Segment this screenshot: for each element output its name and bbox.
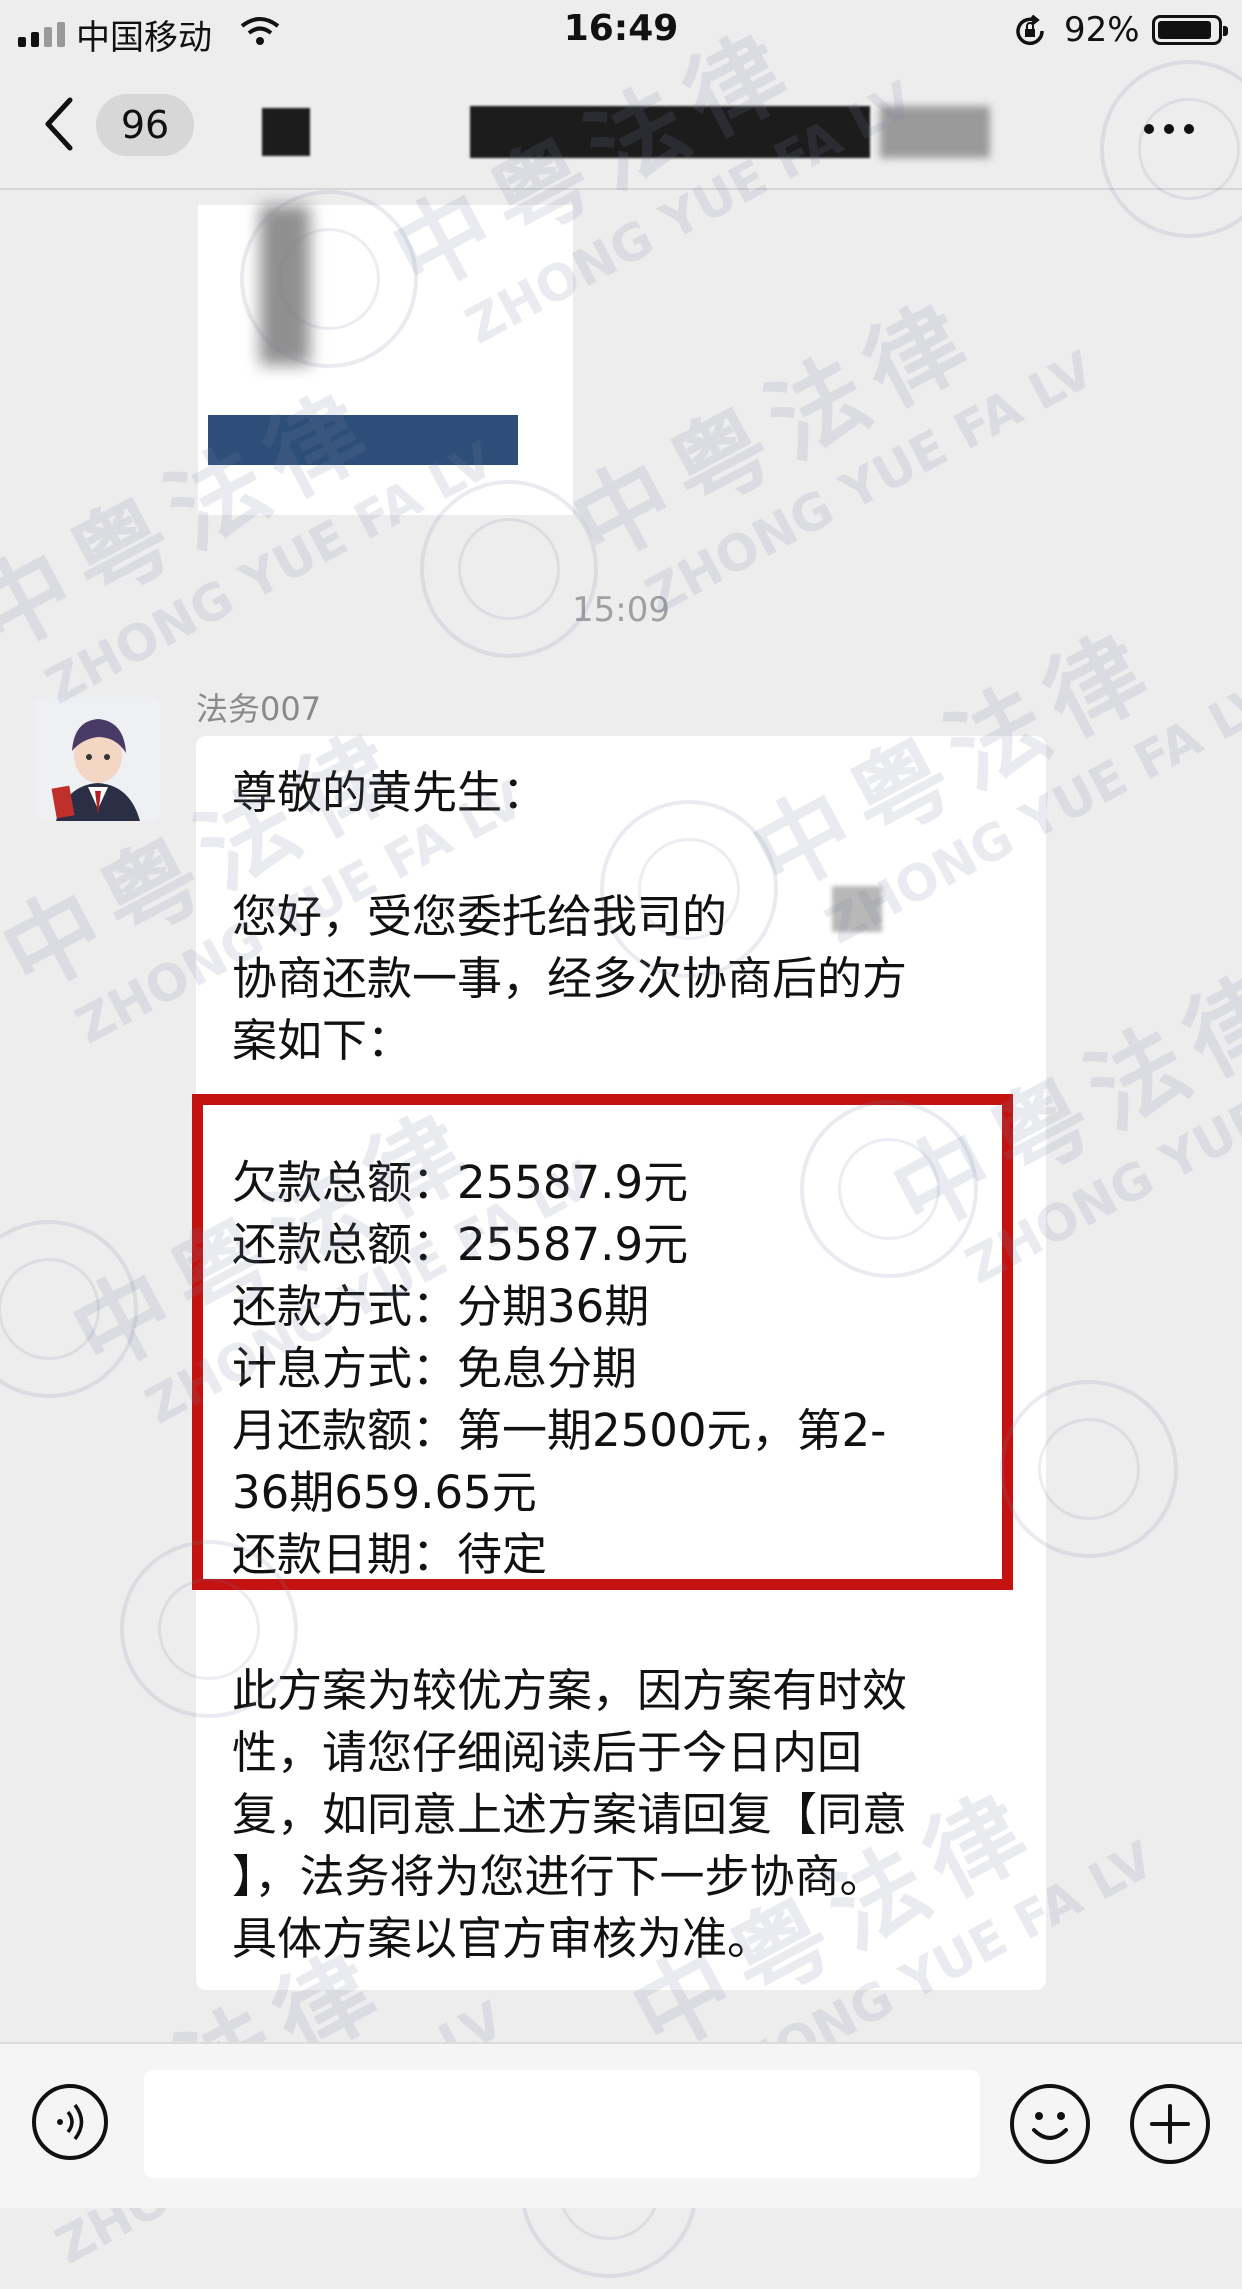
clock: 16:49 (563, 8, 679, 49)
battery-icon (1152, 15, 1228, 45)
plan-line: 还款日期：待定 (232, 1528, 548, 1581)
plan-line: 计息方式：免息分期 (232, 1342, 638, 1395)
sender-name: 法务007 (196, 690, 322, 728)
message-line: 尊敬的黄先生： (232, 766, 548, 819)
lawyer-avatar-icon (36, 697, 160, 821)
plan-line: 36期659.65元 (232, 1466, 537, 1519)
input-bar (0, 2042, 1242, 2208)
watermark: 中粤法律ZHONG YUE FA LV (554, 278, 1103, 626)
message-line: 案如下： (232, 1014, 413, 1067)
closing-line: 此方案为较优方案，因方案有时效 (232, 1664, 908, 1717)
message-line: 协商还款一事，经多次协商后的方 (232, 952, 908, 1005)
image-message[interactable] (198, 205, 573, 515)
more-icon[interactable] (1144, 124, 1194, 134)
blurred-image-banner (208, 415, 518, 465)
plan-line: 欠款总额：25587.9元 (232, 1156, 689, 1209)
back-chevron-icon[interactable] (44, 96, 74, 152)
emoji-icon[interactable] (1010, 2084, 1090, 2164)
closing-line: 】，法务将为您进行下一步协商。 (232, 1850, 885, 1903)
unread-count-badge[interactable]: 96 (96, 94, 194, 156)
status-bar: 中国移动 16:49 92% (0, 0, 1242, 62)
plan-line: 月还款额：第一期2500元，第2- (232, 1404, 887, 1457)
battery-percent: 92% (1064, 10, 1140, 50)
orientation-lock-icon (1016, 14, 1044, 46)
blurred-image-part (260, 205, 310, 365)
closing-line: 复，如同意上述方案请回复【同意 (232, 1788, 908, 1841)
redacted-title-part (262, 108, 310, 156)
plan-line: 还款方式：分期36期 (232, 1280, 650, 1333)
closing-line: 性，请您仔细阅读后于今日内回 (232, 1726, 863, 1779)
sender-avatar[interactable] (36, 697, 160, 821)
plan-line: 还款总额：25587.9元 (232, 1218, 689, 1271)
closing-line: 具体方案以官方审核为准。 (232, 1912, 773, 1965)
watermark-seal (0, 1220, 138, 1398)
plus-icon[interactable] (1130, 2084, 1210, 2164)
redacted-title-tail (880, 106, 990, 158)
voice-icon[interactable] (32, 2084, 108, 2160)
redacted-text (832, 886, 882, 932)
message-line: 您好，受您委托给我司的 (232, 890, 728, 943)
message-timestamp: 15:09 (572, 590, 670, 630)
redacted-title (470, 106, 870, 158)
message-bubble[interactable]: 尊敬的黄先生： 您好，受您委托给我司的 协商还款一事，经多次协商后的方 案如下：… (192, 736, 1046, 1990)
message-input[interactable] (144, 2070, 980, 2178)
chat-header: 96 (0, 62, 1242, 190)
